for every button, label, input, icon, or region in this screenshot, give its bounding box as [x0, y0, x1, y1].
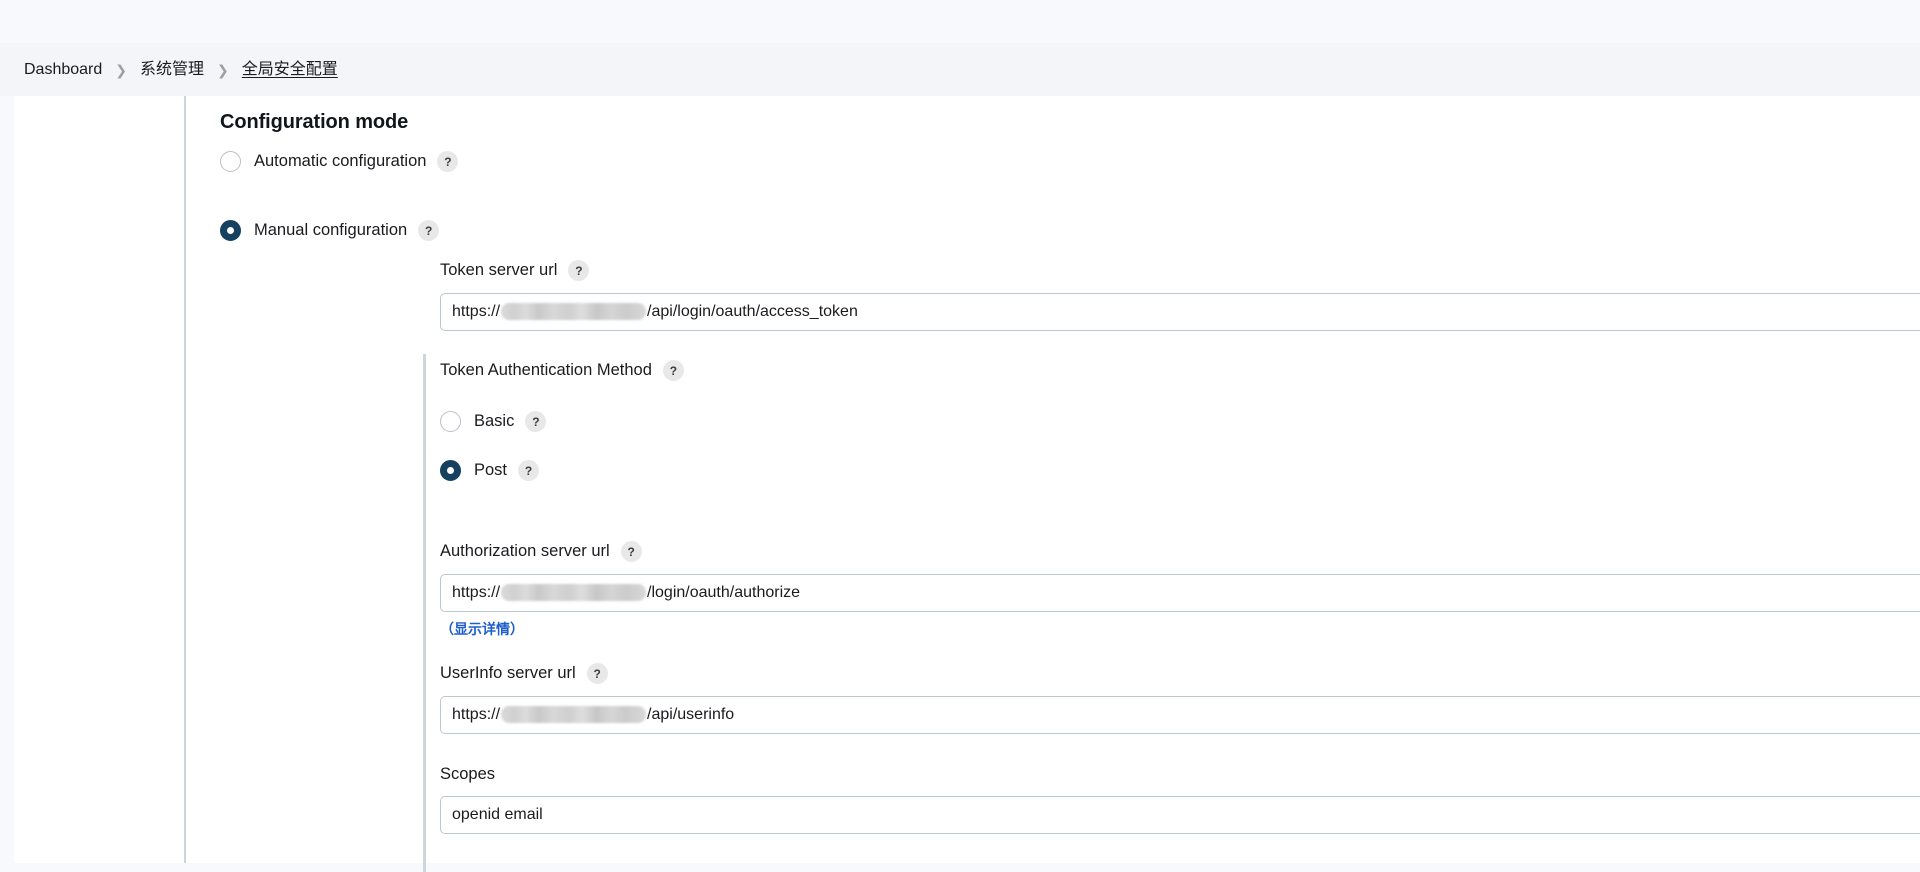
label-userinfo-server-url: UserInfo server url ?: [440, 663, 1920, 684]
label-scopes: Scopes: [440, 765, 1920, 784]
radio-row-manual-configuration[interactable]: Manual configuration ?: [220, 220, 440, 241]
help-icon-token-authentication-method[interactable]: ?: [662, 360, 684, 381]
field-userinfo-server-url: UserInfo server url ? https:// /api/useri…: [440, 663, 1920, 734]
radio-label-token-auth-post[interactable]: Post: [474, 461, 507, 480]
breadcrumb-item-system-management[interactable]: 系统管理: [140, 61, 204, 78]
label-text-token-server-url: Token server url: [440, 261, 558, 279]
field-token-server-url: Token server url ? https:// /api/login/oa…: [440, 260, 1920, 331]
input-scopes[interactable]: openid email: [440, 796, 1920, 834]
help-icon-authorization-server-url[interactable]: ?: [620, 541, 642, 562]
help-icon-token-auth-post[interactable]: ?: [518, 460, 540, 481]
label-authorization-server-url: Authorization server url ?: [440, 541, 1920, 562]
content-area: Configuration mode Automatic configurati…: [14, 96, 1920, 872]
chevron-right-icon: ❯: [115, 61, 128, 78]
radio-row-token-auth-basic[interactable]: Basic ?: [440, 411, 547, 432]
redacted-host-token-server-url: [501, 302, 647, 320]
breadcrumb-item-global-security-config[interactable]: 全局安全配置: [242, 61, 338, 78]
help-icon-userinfo-server-url[interactable]: ?: [586, 663, 608, 684]
input-value-prefix-authorization-server-url: https://: [452, 584, 501, 601]
radio-manual-configuration[interactable]: [220, 220, 241, 241]
radio-automatic-configuration[interactable]: [220, 151, 241, 172]
field-scopes: Scopes openid email: [440, 765, 1920, 834]
label-text-token-authentication-method: Token Authentication Method: [440, 361, 652, 379]
radio-token-auth-post[interactable]: [440, 460, 461, 481]
input-value-suffix-authorization-server-url: /login/oauth/authorize: [647, 584, 801, 601]
label-text-scopes: Scopes: [440, 765, 496, 783]
radio-label-automatic-configuration[interactable]: Automatic configuration: [254, 152, 426, 171]
input-userinfo-server-url[interactable]: https:// /api/userinfo: [440, 696, 1920, 734]
help-icon-token-auth-basic[interactable]: ?: [525, 411, 547, 432]
left-rail: [14, 96, 186, 863]
help-icon-manual-configuration[interactable]: ?: [418, 220, 440, 241]
input-value-suffix-token-server-url: /api/login/oauth/access_token: [647, 303, 858, 320]
configuration-form: Configuration mode Automatic configurati…: [202, 96, 1920, 872]
breadcrumb: Dashboard ❯ 系统管理 ❯ 全局安全配置: [0, 43, 1920, 96]
label-text-authorization-server-url: Authorization server url: [440, 542, 610, 560]
label-text-userinfo-server-url: UserInfo server url: [440, 664, 576, 682]
radio-row-automatic-configuration[interactable]: Automatic configuration ?: [220, 151, 459, 172]
input-token-server-url[interactable]: https:// /api/login/oauth/access_token: [440, 293, 1920, 331]
field-authorization-server-url: Authorization server url ? https:// /logi…: [440, 541, 1920, 639]
radio-label-token-auth-basic[interactable]: Basic: [474, 412, 514, 431]
label-token-authentication-method: Token Authentication Method ?: [440, 360, 1920, 381]
page-title: Configuration mode: [220, 111, 409, 133]
label-token-server-url: Token server url ?: [440, 260, 1920, 281]
field-token-authentication-method: Token Authentication Method ?: [440, 360, 1920, 393]
show-details-link[interactable]: （显示详情）: [440, 619, 524, 639]
help-icon-token-server-url[interactable]: ?: [568, 260, 590, 281]
chevron-right-icon: ❯: [217, 61, 229, 78]
radio-token-auth-basic[interactable]: [440, 411, 461, 432]
help-icon-automatic-configuration[interactable]: ?: [437, 151, 459, 172]
input-value-prefix-token-server-url: https://: [452, 303, 501, 320]
breadcrumb-item-dashboard[interactable]: Dashboard: [24, 61, 102, 78]
input-value-suffix-userinfo-server-url: /api/userinfo: [647, 706, 735, 723]
redacted-host-userinfo-server-url: [501, 705, 647, 723]
input-authorization-server-url[interactable]: https:// /login/oauth/authorize: [440, 574, 1920, 612]
radio-label-manual-configuration[interactable]: Manual configuration: [254, 221, 407, 240]
radio-row-token-auth-post[interactable]: Post ?: [440, 460, 540, 481]
input-value-scopes: openid email: [452, 806, 543, 823]
page-root: Dashboard ❯ 系统管理 ❯ 全局安全配置 Configuration …: [0, 0, 1920, 872]
input-value-prefix-userinfo-server-url: https://: [452, 706, 501, 723]
indent-guide: [423, 354, 426, 872]
redacted-host-authorization-server-url: [501, 583, 647, 601]
